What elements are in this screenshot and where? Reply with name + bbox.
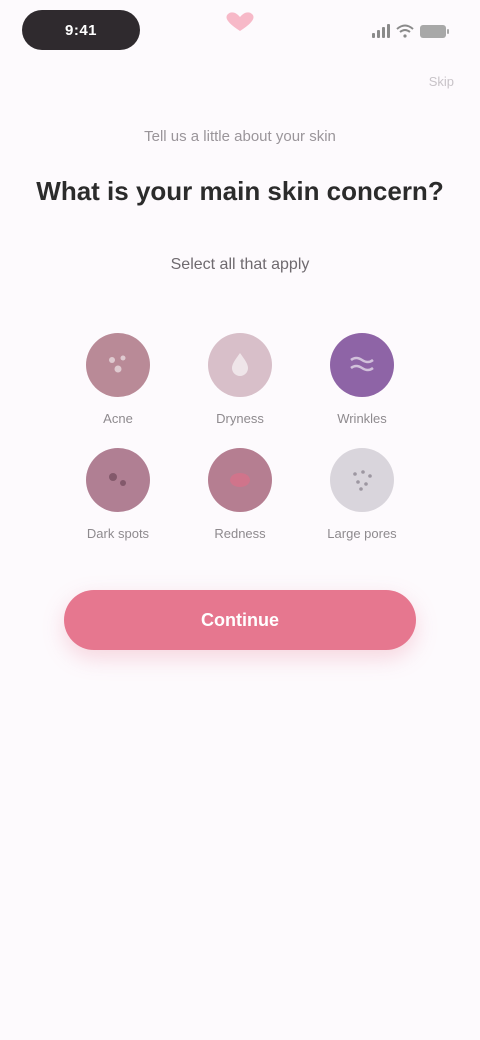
dark-spots-icon <box>86 448 150 512</box>
heart-icon <box>212 8 268 34</box>
option-dark-spots[interactable]: Dark spots <box>57 440 179 555</box>
option-label: Redness <box>214 526 266 541</box>
wrinkles-icon <box>330 333 394 397</box>
option-label: Large pores <box>327 526 397 541</box>
option-label: Acne <box>103 411 133 426</box>
system-icons <box>372 22 449 40</box>
option-label: Dark spots <box>86 526 150 541</box>
acne-icon <box>86 333 150 397</box>
skip-link[interactable]: Skip <box>429 74 454 89</box>
concern-options-grid: Acne Dryness Wrinkles Dark spots Redness… <box>57 325 423 555</box>
battery-icon <box>420 24 449 38</box>
pores-icon <box>330 448 394 512</box>
page-subtitle: Select all that apply <box>170 256 310 273</box>
option-acne[interactable]: Acne <box>57 325 179 440</box>
option-large-pores[interactable]: Large pores <box>301 440 423 555</box>
status-time: 9:41 <box>22 10 140 50</box>
signal-icon <box>372 24 390 38</box>
option-wrinkles[interactable]: Wrinkles <box>301 325 423 440</box>
eyebrow-text: Tell us a little about your skin <box>144 128 336 145</box>
page-title: What is your main skin concern? <box>36 176 444 206</box>
option-label: Wrinkles <box>337 411 387 426</box>
continue-button[interactable]: Continue <box>64 590 416 650</box>
option-redness[interactable]: Redness <box>179 440 301 555</box>
redness-icon <box>208 448 272 512</box>
dryness-icon <box>208 333 272 397</box>
option-label: Dryness <box>216 411 264 426</box>
wifi-icon <box>396 24 414 38</box>
status-bar: 9:41 <box>0 0 480 64</box>
option-dryness[interactable]: Dryness <box>179 325 301 440</box>
